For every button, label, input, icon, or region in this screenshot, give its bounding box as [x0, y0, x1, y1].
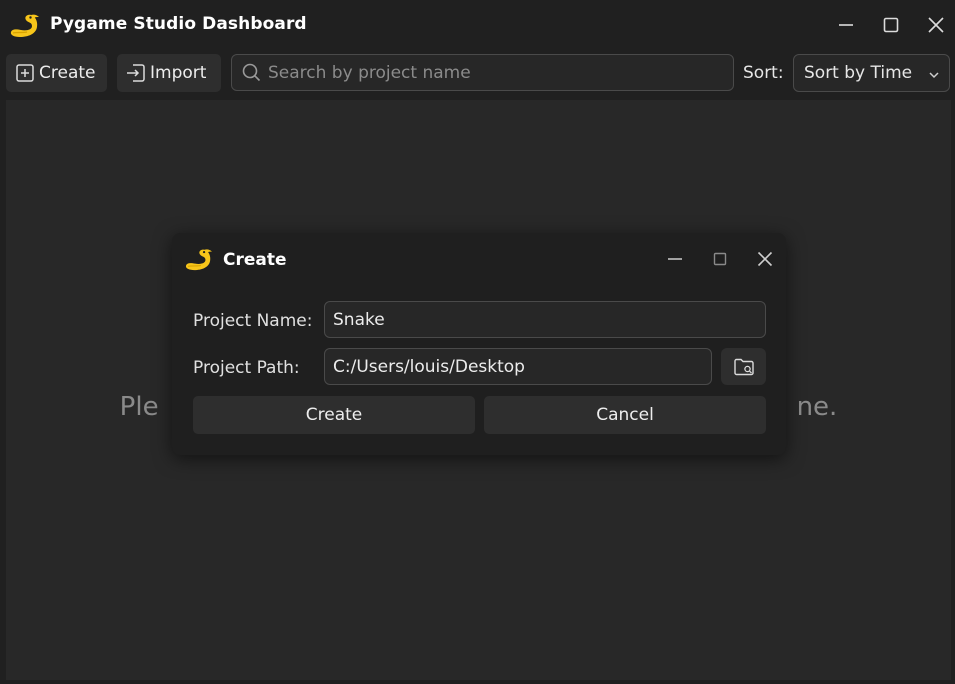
maximize-icon[interactable] — [710, 249, 730, 269]
create-confirm-button[interactable]: Create — [193, 396, 475, 434]
search-icon — [241, 62, 262, 83]
title-bar: Pygame Studio Dashboard — [0, 0, 955, 50]
maximize-icon[interactable] — [880, 14, 902, 36]
cancel-button-label: Cancel — [596, 405, 654, 425]
pygame-snake-icon — [184, 247, 214, 271]
project-path-label: Project Path: — [193, 358, 300, 378]
app-title: Pygame Studio Dashboard — [50, 14, 307, 34]
import-icon — [125, 62, 147, 84]
pygame-snake-icon — [9, 12, 41, 38]
search-box[interactable] — [231, 54, 734, 91]
sort-dropdown[interactable]: Sort by Time — [793, 54, 950, 92]
sort-selected-value: Sort by Time — [804, 63, 913, 83]
minimize-icon[interactable] — [665, 249, 685, 269]
folder-search-icon — [732, 355, 756, 379]
browse-folder-button[interactable] — [721, 348, 766, 385]
project-path-input[interactable] — [324, 348, 712, 385]
dialog-title: Create — [223, 250, 287, 270]
import-button-label: Import — [150, 63, 207, 83]
create-confirm-label: Create — [305, 405, 363, 425]
close-icon[interactable] — [755, 249, 775, 269]
project-name-label: Project Name: — [193, 311, 313, 331]
create-button-label: Create — [39, 63, 96, 83]
create-dialog: Create Project Name: Project Path: Creat… — [172, 233, 786, 455]
empty-state-text-left: Ple — [119, 392, 159, 422]
toolbar: Create Import Sort: Sort by Time — [0, 50, 955, 100]
minimize-icon[interactable] — [835, 14, 857, 36]
empty-state-text-right: ne. — [796, 392, 838, 422]
project-name-input[interactable] — [324, 301, 766, 338]
import-button[interactable]: Import — [117, 54, 221, 92]
chevron-down-icon — [927, 67, 941, 81]
cancel-button[interactable]: Cancel — [484, 396, 766, 434]
add-box-icon — [14, 62, 36, 84]
close-icon[interactable] — [925, 14, 947, 36]
sort-label: Sort: — [743, 63, 784, 83]
create-button[interactable]: Create — [6, 54, 107, 92]
search-input[interactable] — [268, 57, 733, 88]
